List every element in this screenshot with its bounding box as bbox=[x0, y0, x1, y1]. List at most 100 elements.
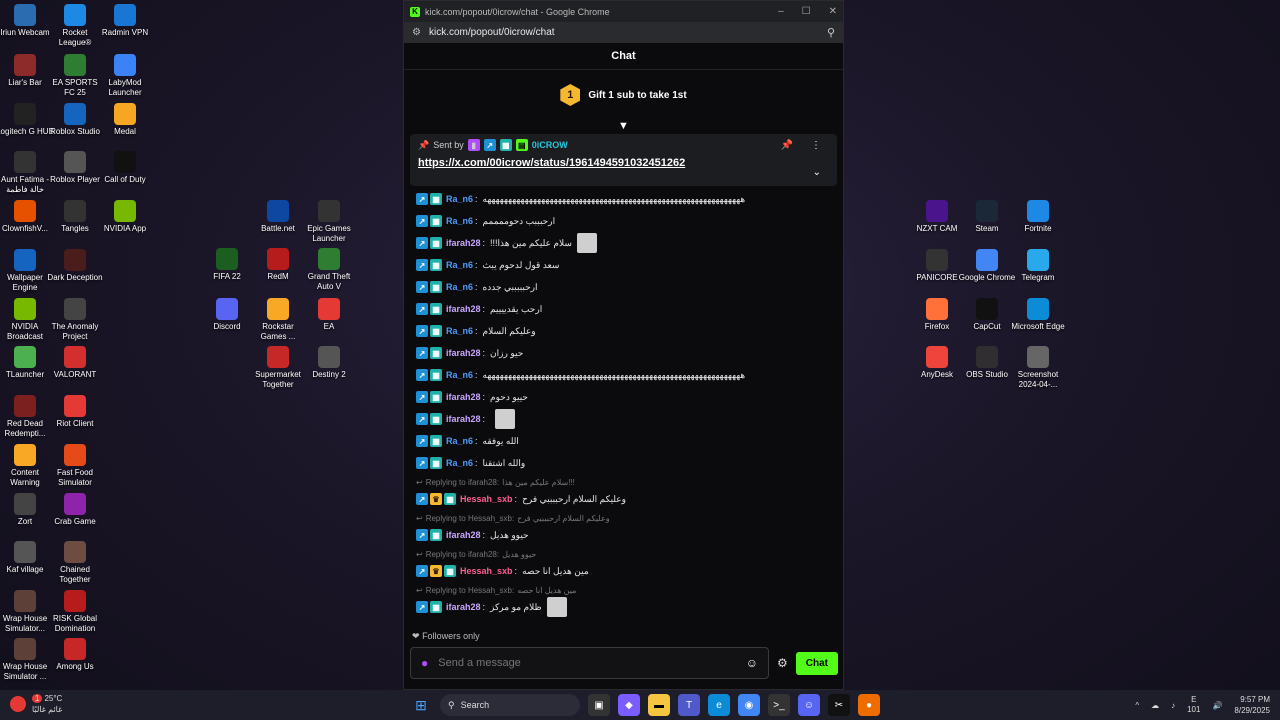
message-username[interactable]: ifarah28 bbox=[446, 530, 481, 540]
chat-message[interactable]: ↗ ▦ ifarah28: bbox=[416, 408, 836, 430]
message-username[interactable]: Ra_n6 bbox=[446, 282, 473, 292]
language-indicator[interactable]: E 101 bbox=[1187, 695, 1200, 715]
url-text[interactable]: kick.com/popout/0icrow/chat bbox=[429, 27, 555, 38]
message-username[interactable]: Ra_n6 bbox=[446, 436, 473, 446]
message-input[interactable] bbox=[438, 657, 746, 669]
unpin-icon[interactable]: 📌 bbox=[781, 140, 793, 151]
emoji-icon[interactable]: ☺ bbox=[746, 656, 758, 670]
desktop-icon[interactable]: Microsoft Edge bbox=[1009, 298, 1067, 332]
message-username[interactable]: Ra_n6 bbox=[446, 326, 473, 336]
microphone-icon[interactable]: ● bbox=[421, 656, 428, 670]
desktop-icon[interactable]: Google Chrome bbox=[958, 249, 1016, 283]
message-username[interactable]: Ra_n6 bbox=[446, 194, 473, 204]
chat-message[interactable]: ↗ ▦ Ra_n6: ارحبببب دحوممممم bbox=[416, 210, 836, 232]
gift-sub-banner[interactable]: 1 Gift 1 sub to take 1st bbox=[404, 70, 843, 120]
chat-message[interactable]: ↗ ▦ ifarah28: حييو دحوم bbox=[416, 386, 836, 408]
desktop-icon[interactable]: Epic Games Launcher bbox=[300, 200, 358, 244]
desktop-icon[interactable]: Fortnite bbox=[1009, 200, 1067, 234]
desktop-icon[interactable]: OBS Studio bbox=[958, 346, 1016, 380]
task-view-icon[interactable]: ▣ bbox=[588, 694, 610, 716]
chat-input-box[interactable]: ● ☺ bbox=[410, 647, 769, 679]
windows-start-icon[interactable]: ⊞ bbox=[410, 694, 432, 716]
discord-icon[interactable]: ☺ bbox=[798, 694, 820, 716]
taskbar-search[interactable]: ⚲ Search bbox=[440, 694, 580, 716]
message-username[interactable]: Ra_n6 bbox=[446, 458, 473, 468]
chrome-icon[interactable]: ◉ bbox=[738, 694, 760, 716]
message-username[interactable]: Hessah_sxb bbox=[460, 566, 513, 576]
copilot-icon[interactable]: ◆ bbox=[618, 694, 640, 716]
desktop-icon[interactable]: Steam bbox=[958, 200, 1016, 234]
more-options-icon[interactable]: ⋮ bbox=[811, 140, 821, 151]
reply-context[interactable]: ↩ Replying to Hessah_sxb: مين هديل انا حصه bbox=[416, 584, 836, 596]
desktop-icon[interactable]: Grand Theft Auto V bbox=[300, 248, 358, 292]
desktop-icon[interactable]: EA bbox=[300, 298, 358, 332]
message-username[interactable]: ifarah28 bbox=[446, 238, 481, 248]
site-info-icon[interactable]: ⚙ bbox=[412, 27, 421, 38]
capcut-icon[interactable]: ✂ bbox=[828, 694, 850, 716]
network-icon[interactable]: ☁ bbox=[1151, 701, 1159, 710]
desktop-icon[interactable]: Medal bbox=[96, 103, 154, 137]
chat-message[interactable]: ↗ ▦ ifarah28: حيوو هديل bbox=[416, 524, 836, 546]
desktop-icon[interactable]: FIFA 22 bbox=[198, 248, 256, 282]
desktop-icon[interactable]: Riot Client bbox=[46, 395, 104, 429]
message-username[interactable]: ifarah28 bbox=[446, 348, 481, 358]
desktop-icon[interactable]: Destiny 2 bbox=[300, 346, 358, 380]
send-chat-button[interactable]: Chat bbox=[795, 651, 838, 675]
chat-message[interactable]: ↗ ▦ Ra_n6: هههههههههههههههههههههههههههههههه… bbox=[416, 364, 836, 386]
desktop-icon[interactable]: RedM bbox=[249, 248, 307, 282]
window-titlebar[interactable]: K kick.com/popout/0icrow/chat - Google C… bbox=[404, 1, 843, 22]
chat-message[interactable]: ↗ ▦ Ra_n6: الله يوفقه bbox=[416, 430, 836, 452]
desktop-icon[interactable]: LabyMod Launcher bbox=[96, 54, 154, 98]
chat-message[interactable]: ↗ ▦ ifarah28: حيو رزان bbox=[416, 342, 836, 364]
message-username[interactable]: ifarah28 bbox=[446, 304, 481, 314]
chat-message[interactable]: ↗ ▦ Ra_n6: وعليكم السلام bbox=[416, 320, 836, 342]
volume-icon[interactable]: 🔊 bbox=[1212, 701, 1222, 710]
message-username[interactable]: Ra_n6 bbox=[446, 370, 473, 380]
chat-message[interactable]: ↗ ▦ Ra_n6: والله اشتقنا bbox=[416, 452, 836, 474]
close-button[interactable]: ✕ bbox=[829, 6, 837, 17]
address-bar[interactable]: ⚙ kick.com/popout/0icrow/chat ⚲ bbox=[404, 22, 843, 43]
pinned-username[interactable]: 0iCROW bbox=[532, 140, 568, 150]
desktop-icon[interactable]: Call of Duty bbox=[96, 151, 154, 185]
desktop-icon[interactable]: Supermarket Together bbox=[249, 346, 307, 390]
desktop-icon[interactable]: Battle.net bbox=[249, 200, 307, 234]
reply-context[interactable]: ↩ Replying to ifarah28: سلام عليكم مين هذا… bbox=[416, 476, 836, 488]
desktop-icon[interactable]: RISK Global Domination bbox=[46, 590, 104, 634]
chevron-down-icon[interactable]: ⌄ bbox=[813, 167, 821, 178]
mic-tray-icon[interactable]: ♪ bbox=[1171, 701, 1175, 710]
desktop-icon[interactable]: Screenshot 2024-04-... bbox=[1009, 346, 1067, 390]
desktop-icon[interactable]: Dark Deception bbox=[46, 249, 104, 283]
chevron-up-icon[interactable]: ^ bbox=[1135, 701, 1139, 710]
chat-message[interactable]: ↗ ▦ ifarah28: سلام عليكم مين هذا!!! bbox=[416, 232, 836, 254]
file-explorer-icon[interactable]: ▬ bbox=[648, 694, 670, 716]
maximize-button[interactable]: ☐ bbox=[802, 6, 811, 17]
message-username[interactable]: ifarah28 bbox=[446, 392, 481, 402]
message-username[interactable]: ifarah28 bbox=[446, 602, 481, 612]
message-username[interactable]: Hessah_sxb bbox=[460, 494, 513, 504]
desktop-icon[interactable]: The Anomaly Project bbox=[46, 298, 104, 342]
settings-gear-icon[interactable]: ⚙ bbox=[777, 656, 788, 670]
desktop-icon[interactable]: Radmin VPN bbox=[96, 4, 154, 38]
weather-widget[interactable]: 1 25°C غائم غالبًا bbox=[10, 693, 62, 715]
zoom-icon[interactable]: ⚲ bbox=[827, 26, 835, 39]
collapse-arrow-icon[interactable]: ▼ bbox=[404, 120, 843, 134]
desktop-icon[interactable]: CapCut bbox=[958, 298, 1016, 332]
minimize-button[interactable]: – bbox=[778, 6, 784, 17]
chat-message[interactable]: ↗ ▦ ifarah28: ظلام مو مركز bbox=[416, 596, 836, 618]
app-icon[interactable]: ● bbox=[858, 694, 880, 716]
chat-message[interactable]: ↗ ▦ Ra_n6: هههههههههههههههههههههههههههههههه… bbox=[416, 188, 836, 210]
desktop-icon[interactable]: Rockstar Games ... bbox=[249, 298, 307, 342]
desktop-icon[interactable]: Fast Food Simulator bbox=[46, 444, 104, 488]
desktop-icon[interactable]: Crab Game bbox=[46, 493, 104, 527]
reply-context[interactable]: ↩ Replying to ifarah28: حيوو هديل bbox=[416, 548, 836, 560]
desktop-icon[interactable]: Discord bbox=[198, 298, 256, 332]
pinned-link[interactable]: https://x.com/00icrow/status/19614945910… bbox=[418, 157, 829, 169]
desktop-icon[interactable]: Telegram bbox=[1009, 249, 1067, 283]
message-username[interactable]: ifarah28 bbox=[446, 414, 481, 424]
desktop-icon[interactable]: NVIDIA App bbox=[96, 200, 154, 234]
terminal-icon[interactable]: >_ bbox=[768, 694, 790, 716]
chat-message[interactable]: ↗ ♛ ▦ Hessah_sxb: مين هديل انا حصه bbox=[416, 560, 836, 582]
reply-context[interactable]: ↩ Replying to Hessah_sxb: وعليكم السلام ار… bbox=[416, 512, 836, 524]
chat-messages-list[interactable]: ↗ ▦ Ra_n6: هههههههههههههههههههههههههههههههه… bbox=[416, 188, 836, 628]
desktop-icon[interactable]: Among Us bbox=[46, 638, 104, 672]
